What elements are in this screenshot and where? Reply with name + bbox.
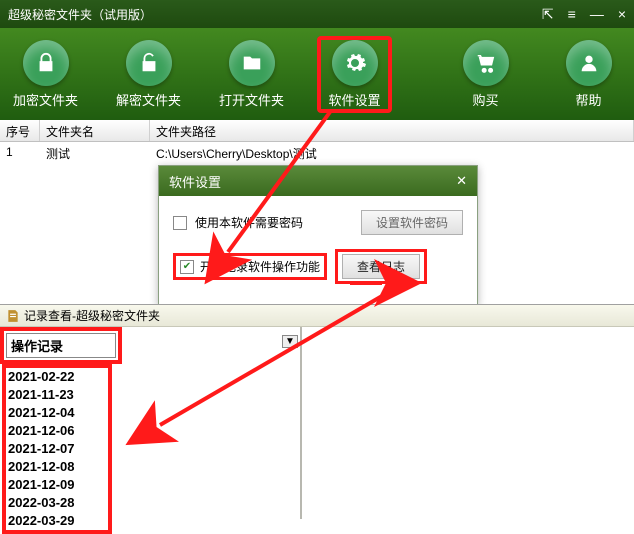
close-button[interactable]: × (618, 6, 626, 23)
open-label: 打开文件夹 (219, 90, 284, 109)
enable-log-checkbox[interactable]: ✔ (180, 260, 194, 274)
enable-log-label: 开启记录软件操作功能 (200, 258, 320, 275)
log-viewer-window: 记录查看-超级秘密文件夹 操作记录 ▼ 2021-02-22 2021-11-2… (0, 304, 634, 518)
list-item[interactable]: 2021-12-08 (8, 458, 106, 476)
toolbar: 加密文件夹 解密文件夹 打开文件夹 软件设置 购买 帮助 (0, 28, 634, 120)
menu-button[interactable]: ≡ (568, 6, 576, 23)
log-titlebar: 记录查看-超级秘密文件夹 (0, 305, 634, 327)
buy-label: 购买 (472, 90, 498, 109)
decrypt-folder-button[interactable]: 解密文件夹 (111, 36, 186, 113)
main-window: 超级秘密文件夹（试用版） ⇱ ≡ — × 加密文件夹 解密文件夹 打开文件夹 软… (0, 0, 634, 164)
list-item[interactable]: 2021-12-04 (8, 404, 106, 422)
decrypt-label: 解密文件夹 (116, 90, 181, 109)
pin-button[interactable]: ⇱ (542, 6, 554, 23)
unlock-icon (138, 52, 160, 74)
th-path[interactable]: 文件夹路径 (150, 120, 634, 141)
folder-icon (241, 52, 263, 74)
list-item[interactable]: 2022-03-29 (8, 512, 106, 530)
list-item[interactable]: 2021-11-23 (8, 386, 106, 404)
table-row[interactable]: 1 测试 C:\Users\Cherry\Desktop\测试 (0, 142, 634, 164)
user-icon (578, 52, 600, 74)
log-date-list: 2021-02-22 2021-11-23 2021-12-04 2021-12… (2, 364, 112, 534)
view-log-button[interactable]: 查看日志 (342, 254, 420, 279)
require-password-label: 使用本软件需要密码 (195, 214, 303, 231)
cell-name: 测试 (40, 142, 150, 164)
dropdown-arrow-icon[interactable]: ▼ (282, 335, 298, 348)
cell-index: 1 (0, 142, 40, 164)
enable-log-highlight: ✔ 开启记录软件操作功能 (173, 253, 327, 280)
list-item[interactable]: 2021-12-06 (8, 422, 106, 440)
settings-dialog: 软件设置 ✕ 使用本软件需要密码 设置软件密码 ✔ 开启记录软件操作功能 查看日… (158, 165, 478, 305)
titlebar-controls: ⇱ ≡ — × (542, 6, 626, 23)
set-password-button[interactable]: 设置软件密码 (361, 210, 463, 235)
dialog-close-button[interactable]: ✕ (456, 173, 467, 189)
log-title-text: 记录查看-超级秘密文件夹 (24, 307, 160, 324)
open-folder-button[interactable]: 打开文件夹 (214, 36, 289, 113)
th-name[interactable]: 文件夹名 (40, 120, 150, 141)
cart-icon (475, 52, 497, 74)
encrypt-folder-button[interactable]: 加密文件夹 (8, 36, 83, 113)
buy-button[interactable]: 购买 (448, 36, 523, 113)
log-dropdown[interactable]: 操作记录 (6, 333, 116, 358)
lock-icon (35, 52, 57, 74)
dialog-titlebar: 软件设置 ✕ (159, 166, 477, 196)
encrypt-label: 加密文件夹 (13, 90, 78, 109)
list-item[interactable]: 2022-03-28 (8, 494, 106, 512)
table-header: 序号 文件夹名 文件夹路径 (0, 120, 634, 142)
list-item[interactable]: 2021-12-09 (8, 476, 106, 494)
log-left-pane: 操作记录 ▼ 2021-02-22 2021-11-23 2021-12-04 … (0, 327, 302, 519)
settings-label: 软件设置 (328, 90, 380, 109)
log-right-pane (302, 327, 634, 519)
titlebar: 超级秘密文件夹（试用版） ⇱ ≡ — × (0, 0, 634, 28)
log-dropdown-label: 操作记录 (11, 336, 63, 355)
view-log-highlight: 查看日志 (335, 249, 427, 284)
dialog-body: 使用本软件需要密码 设置软件密码 ✔ 开启记录软件操作功能 查看日志 (159, 196, 477, 312)
table-body: 1 测试 C:\Users\Cherry\Desktop\测试 (0, 142, 634, 164)
dialog-title-text: 软件设置 (169, 172, 221, 191)
gear-icon (343, 51, 367, 75)
help-label: 帮助 (575, 90, 601, 109)
th-index[interactable]: 序号 (0, 120, 40, 141)
help-button[interactable]: 帮助 (551, 36, 626, 113)
settings-button[interactable]: 软件设置 (317, 36, 392, 113)
list-item[interactable]: 2021-12-07 (8, 440, 106, 458)
require-password-checkbox[interactable] (173, 216, 187, 230)
doc-icon (6, 309, 20, 323)
window-title: 超级秘密文件夹（试用版） (8, 6, 152, 23)
cell-path: C:\Users\Cherry\Desktop\测试 (150, 142, 634, 164)
list-item[interactable]: 2021-02-22 (8, 368, 106, 386)
minimize-button[interactable]: — (590, 6, 604, 23)
